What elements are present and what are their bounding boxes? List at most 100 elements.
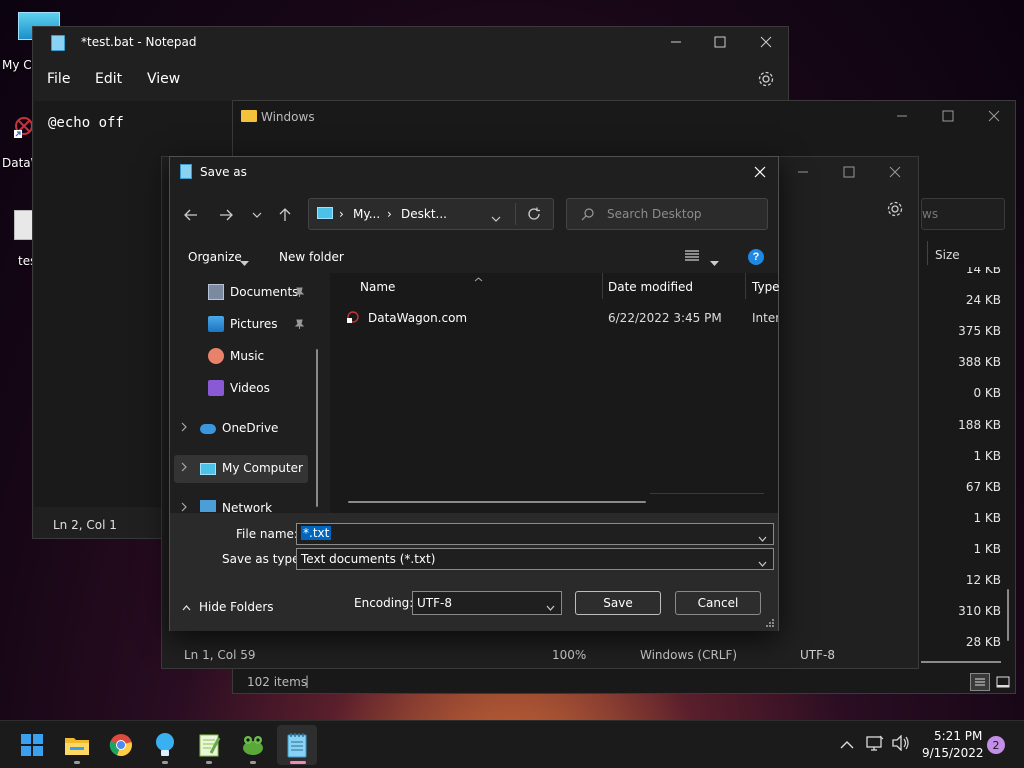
file-size-cell: 67 KB — [965, 479, 1001, 494]
hide-folders-toggle[interactable]: Hide Folders — [182, 599, 274, 615]
pictures-icon — [208, 316, 224, 332]
close-button[interactable] — [872, 157, 918, 187]
nav-item-videos[interactable]: Videos — [208, 375, 270, 401]
menu-file[interactable]: File — [47, 71, 70, 87]
maximize-button[interactable] — [925, 101, 971, 131]
file-size-cell: 28 KB — [965, 635, 1001, 650]
notepad-icon[interactable] — [282, 730, 312, 760]
search-input[interactable]: ws — [921, 198, 1005, 230]
help-icon[interactable]: ? — [748, 249, 764, 265]
view-options-icon[interactable] — [684, 249, 700, 266]
back-button[interactable] — [178, 202, 204, 228]
clock-time[interactable]: 5:21 PM — [934, 729, 982, 743]
forward-button[interactable] — [213, 202, 239, 228]
file-date: 6/22/2022 3:45 PM — [608, 311, 722, 325]
chevron-down-icon[interactable] — [240, 255, 249, 269]
volume-icon[interactable] — [892, 734, 910, 754]
file-name-field[interactable]: *.txt — [296, 523, 774, 545]
chevron-down-icon[interactable] — [710, 255, 719, 269]
chevron-down-icon[interactable] — [546, 600, 555, 614]
file-explorer-icon[interactable] — [62, 730, 92, 760]
horizontal-scrollbar[interactable] — [348, 501, 646, 503]
encoding-select[interactable]: UTF-8 — [412, 591, 562, 615]
chevron-down-icon[interactable] — [491, 211, 501, 225]
settings-gear-icon[interactable] — [886, 200, 904, 218]
notification-badge[interactable]: 2 — [987, 736, 1005, 754]
close-button[interactable] — [743, 27, 789, 57]
resize-grip-icon[interactable] — [766, 617, 775, 631]
file-size-cell: 12 KB — [965, 573, 1001, 587]
recent-locations-button[interactable] — [244, 202, 270, 228]
file-row[interactable]: DataWagon.com 6/22/2022 3:45 PM Intern — [330, 305, 778, 329]
zoom-level: 100% — [552, 648, 587, 662]
preview-view-icon[interactable] — [993, 673, 1013, 691]
nav-item-my-computer[interactable]: My Computer — [200, 455, 303, 481]
status-separator: | — [305, 674, 310, 688]
network-icon — [200, 500, 216, 512]
breadcrumb-my-computer[interactable]: My... — [353, 207, 380, 221]
save-button[interactable]: Save — [575, 591, 661, 615]
maximize-button[interactable] — [697, 27, 743, 57]
computer-icon — [317, 207, 333, 219]
notification-count: 2 — [992, 738, 1000, 752]
windows-start-icon[interactable] — [17, 730, 47, 760]
refresh-icon[interactable] — [527, 207, 541, 224]
cancel-button-label: Cancel — [697, 596, 739, 610]
nav-scrollbar[interactable] — [316, 349, 318, 507]
nav-item-music[interactable]: Music — [208, 343, 264, 369]
file-type: Intern — [752, 311, 778, 325]
breadcrumb-desktop[interactable]: Deskt... — [401, 207, 447, 221]
address-divider — [515, 203, 516, 225]
column-header-date[interactable]: Date modified — [608, 280, 693, 294]
nav-item-documents[interactable]: Documents — [208, 279, 298, 305]
save-type-select[interactable]: Text documents (*.txt) — [296, 548, 774, 570]
address-bar[interactable]: › My... › Deskt... — [308, 198, 554, 230]
tips-bulb-icon[interactable] — [150, 730, 180, 760]
close-button[interactable] — [971, 101, 1017, 131]
expand-chevron-icon[interactable] — [181, 421, 187, 435]
chrome-icon[interactable] — [106, 730, 136, 760]
nav-item-onedrive[interactable]: OneDrive — [200, 415, 278, 441]
up-button[interactable] — [272, 202, 298, 228]
chevron-down-icon[interactable] — [758, 531, 767, 545]
videos-icon — [208, 380, 224, 396]
menu-edit[interactable]: Edit — [95, 71, 122, 87]
minimize-button[interactable] — [780, 157, 826, 187]
file-size-cell: 24 KB — [965, 293, 1001, 308]
cancel-button[interactable]: Cancel — [675, 591, 761, 615]
chevron-down-icon[interactable] — [758, 556, 767, 570]
vertical-scrollbar[interactable] — [1007, 589, 1009, 641]
minimize-button[interactable] — [879, 101, 925, 131]
frog-app-icon[interactable] — [238, 730, 268, 760]
organize-menu[interactable]: Organize — [188, 250, 242, 264]
notepad-plus-icon[interactable] — [194, 730, 224, 760]
encoding-status: UTF-8 — [800, 648, 835, 662]
nav-item-network[interactable]: Network — [200, 495, 272, 513]
close-button[interactable] — [742, 157, 778, 187]
new-folder-button[interactable]: New folder — [279, 250, 344, 264]
chevron-up-icon[interactable] — [840, 738, 854, 752]
file-name-value: *.txt — [301, 526, 332, 540]
file-list-pane: Name Date modified Type DataWagon.com 6/… — [330, 271, 780, 513]
expand-chevron-icon[interactable] — [181, 461, 187, 475]
music-icon — [208, 348, 224, 364]
horizontal-scrollbar[interactable] — [921, 661, 1001, 663]
clock-date[interactable]: 9/15/2022 — [922, 746, 984, 760]
settings-gear-icon[interactable] — [757, 70, 775, 88]
nav-item-pictures[interactable]: Pictures — [208, 311, 278, 337]
sort-arrow-icon — [474, 271, 483, 285]
column-header-name[interactable]: Name — [360, 280, 395, 294]
search-input[interactable]: Search Desktop — [566, 198, 768, 230]
item-count: 102 items — [247, 675, 308, 689]
cursor-position: Ln 1, Col 59 — [184, 648, 256, 662]
network-status-icon[interactable] — [866, 735, 884, 754]
navigation-pane: Documents Pictures Music Videos OneDrive… — [170, 273, 324, 513]
menu-view[interactable]: View — [147, 71, 180, 87]
cursor-position: Ln 2, Col 1 — [53, 518, 117, 532]
column-header-type[interactable]: Type — [752, 280, 780, 294]
minimize-button[interactable] — [653, 27, 699, 57]
active-indicator — [290, 761, 306, 764]
details-view-icon[interactable] — [970, 673, 990, 691]
maximize-button[interactable] — [826, 157, 872, 187]
size-column-header[interactable]: Size — [935, 248, 960, 262]
